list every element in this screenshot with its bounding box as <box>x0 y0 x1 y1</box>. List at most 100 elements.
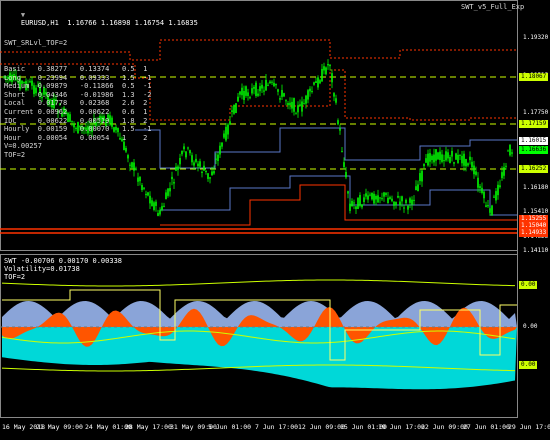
candle-body <box>485 205 487 207</box>
candle-body <box>463 153 465 166</box>
candle-body <box>419 173 421 182</box>
candle-body <box>347 191 349 194</box>
candle-body <box>383 192 385 197</box>
candle-body <box>189 150 191 154</box>
candle-body <box>219 145 221 155</box>
candle-body <box>365 193 367 197</box>
candle-body <box>421 170 423 182</box>
candle-body <box>477 177 479 188</box>
candle-body <box>425 158 427 163</box>
candle-body <box>379 197 381 199</box>
candle-body <box>433 154 435 163</box>
candle-body <box>363 197 365 203</box>
price-tag: 1.18067 <box>519 73 549 81</box>
price-tag: 1.16015 <box>519 137 549 145</box>
price-tag: 1.16252 <box>519 165 549 173</box>
candle-body <box>465 158 467 167</box>
candle-body <box>497 184 499 196</box>
candle-body <box>293 98 295 112</box>
candle-body <box>355 206 357 210</box>
candle-body <box>505 165 507 167</box>
candle-body <box>483 191 485 199</box>
collapse-triangle-icon[interactable]: ▼ <box>21 11 25 19</box>
time-label: 7 Jun 17:00 <box>255 423 299 431</box>
price-tick-label: 1.15410 <box>523 208 549 215</box>
candle-body <box>267 84 269 86</box>
chart-window: ▼ EURUSD,H1 1.16766 1.16898 1.16754 1.16… <box>0 0 550 436</box>
candle-body <box>151 200 153 207</box>
candle-body <box>307 90 309 100</box>
table-row: IDC 0.00622 0.00519 1.8 2 <box>4 116 148 125</box>
candle-body <box>161 206 163 211</box>
candle-body <box>411 199 413 205</box>
volatility-text: Volatility=0.01738 <box>4 265 80 273</box>
table-header: SWT_SRLvl_TOF=2 <box>4 39 68 48</box>
indicator-name: SWT_v5_Full_Exp <box>461 3 525 11</box>
candle-body <box>371 192 373 200</box>
candle-body <box>321 68 323 82</box>
candle-body <box>253 86 255 89</box>
sub-tof-text: TOF=2 <box>4 273 26 281</box>
candle-body <box>169 188 171 192</box>
candle-body <box>315 81 317 83</box>
candle-body <box>357 197 359 209</box>
candle-body <box>427 153 429 166</box>
candle-body <box>375 195 377 200</box>
candle-body <box>337 120 339 125</box>
candle-body <box>339 128 341 131</box>
candle-body <box>257 93 259 96</box>
table-row: Long 0.23994 0.09333 1.5 -1 <box>4 73 152 82</box>
time-label: 22 Jun 09:00 <box>421 423 468 431</box>
candle-body <box>225 126 227 141</box>
candle-body <box>389 197 391 199</box>
candle-body <box>475 171 477 175</box>
candle-body <box>141 185 143 190</box>
level-table: SWT_SRLvl_TOF=2 Basic 0.38277 0.13374 0.… <box>4 22 152 160</box>
candle-body <box>449 157 451 163</box>
candle-body <box>283 93 285 97</box>
candle-body <box>153 202 155 210</box>
candle-body <box>227 124 229 135</box>
candle-body <box>391 198 393 202</box>
table-row: Medium 0.09879 -0.11866 0.5 -1 <box>4 82 152 91</box>
candle-body <box>445 151 447 161</box>
candle-body <box>345 171 347 178</box>
candle-body <box>173 182 175 184</box>
support-step <box>160 184 517 226</box>
candle-body <box>159 210 161 215</box>
candle-body <box>385 193 387 195</box>
candle-body <box>167 188 169 196</box>
osc-upper-band <box>1 279 516 287</box>
candle-body <box>147 192 149 196</box>
candle-body <box>453 162 455 164</box>
candle-body <box>209 177 211 179</box>
candle-body <box>205 170 207 173</box>
table-row: Short 0.04346 -0.01986 1.3 -2 <box>4 90 152 99</box>
candle-body <box>163 205 165 207</box>
price-tag: 1.14933 <box>519 229 549 237</box>
table-row: Current 0.00962 0.00622 0.6 1 <box>4 107 148 116</box>
table-row: Hourly 0.00159 0.00070 1.5 -1 <box>4 125 152 134</box>
candle-body <box>413 199 415 201</box>
candle-body <box>313 82 315 85</box>
candle-body <box>217 154 219 162</box>
candle-body <box>281 90 283 97</box>
tof-text: TOF=2 <box>4 150 26 159</box>
candle-body <box>311 91 313 93</box>
candle-body <box>457 154 459 163</box>
candle-body <box>487 205 489 207</box>
candle-body <box>263 90 265 92</box>
candle-body <box>299 104 301 106</box>
candle-body <box>387 197 389 204</box>
candle-body <box>351 200 353 207</box>
candle-body <box>207 173 209 179</box>
candle-body <box>503 167 505 176</box>
candle-body <box>361 204 363 208</box>
candle-body <box>431 155 433 161</box>
blue-level-step-low <box>160 175 517 216</box>
candle-body <box>447 152 449 159</box>
candle-body <box>479 186 481 189</box>
candle-body <box>303 103 305 105</box>
candle-body <box>343 162 345 168</box>
candle-body <box>341 151 343 153</box>
